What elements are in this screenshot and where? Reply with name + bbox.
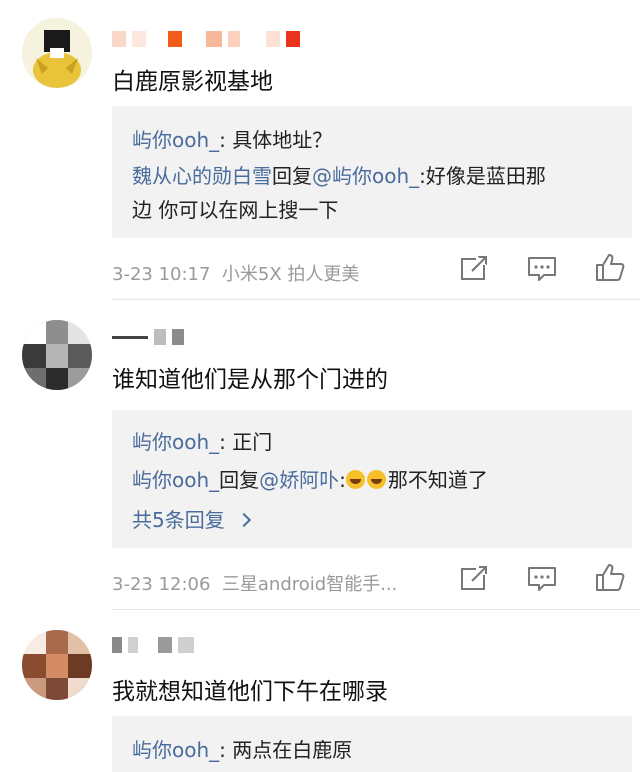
reply-line: 魏从心的勋白雪回复@屿你ooh_:好像是蓝田那 (132, 164, 546, 188)
reply-line: 屿你ooh_回复@娇阿卟: 那不知道了 (132, 468, 488, 492)
comment-time: 3-23 10:17 (112, 264, 211, 285)
comment-meta: 3-23 12:06 三星android智能手... (112, 570, 397, 596)
reply-text-continued: 边 你可以在网上搜一下 (132, 198, 339, 222)
reply-text: 正门 (232, 430, 273, 454)
chevron-right-icon (237, 512, 252, 528)
thumbs-up-icon[interactable] (594, 562, 626, 592)
share-icon[interactable] (458, 254, 490, 284)
comment-icon[interactable] (526, 564, 558, 594)
reply-box[interactable]: 屿你ooh_: 具体地址？ 魏从心的勋白雪回复@屿你ooh_:好像是蓝田那 边 … (112, 106, 632, 238)
username-redacted[interactable] (112, 30, 300, 48)
username-redacted[interactable] (112, 636, 194, 654)
laugh-cry-emoji-icon (366, 470, 386, 489)
reply-mention[interactable]: @屿你ooh_ (312, 164, 419, 188)
comment-icon[interactable] (526, 254, 558, 284)
reply-text: 那不知道了 (387, 468, 488, 492)
comment-meta: 3-23 10:17 小米5X 拍人更美 (112, 260, 359, 286)
reply-text: 具体地址？ (232, 128, 333, 152)
reply-line: 屿你ooh_: 正门 (132, 430, 273, 454)
comment-text: 谁知道他们是从那个门进的 (112, 367, 388, 393)
comment-item: 白鹿原影视基地 屿你ooh_: 具体地址？ 魏从心的勋白雪回复@屿你ooh_:好… (0, 0, 640, 300)
reply-box[interactable]: 屿你ooh_: 两点在白鹿原 (112, 716, 632, 772)
reply-box[interactable]: 屿你ooh_: 正门 屿你ooh_回复@娇阿卟: 那不知道了 共5条回复 (112, 410, 632, 548)
reply-text: 好像是蓝田那 (425, 164, 546, 188)
comment-time: 3-23 12:06 (112, 574, 211, 595)
avatar[interactable] (22, 320, 92, 390)
reply-username[interactable]: 屿你ooh_ (132, 430, 219, 454)
username-redacted[interactable] (112, 328, 184, 346)
reply-username[interactable]: 屿你ooh_ (132, 128, 219, 152)
avatar[interactable] (22, 18, 92, 88)
reply-text: 两点在白鹿原 (232, 738, 353, 762)
laugh-cry-emoji-icon (345, 470, 365, 489)
reply-line: 屿你ooh_: 具体地址？ (132, 128, 333, 152)
share-icon[interactable] (458, 564, 490, 594)
reply-username[interactable]: 屿你ooh_ (132, 468, 219, 492)
avatar[interactable] (22, 630, 92, 700)
reply-username[interactable]: 魏从心的勋白雪 (132, 164, 272, 188)
comment-item: 我就想知道他们下午在哪录 屿你ooh_: 两点在白鹿原 (0, 610, 640, 772)
reply-mention[interactable]: @娇阿卟 (259, 468, 339, 492)
reply-username[interactable]: 屿你ooh_ (132, 738, 219, 762)
comment-text: 我就想知道他们下午在哪录 (112, 679, 388, 705)
comment-text: 白鹿原影视基地 (112, 69, 273, 95)
reply-line: 屿你ooh_: 两点在白鹿原 (132, 738, 353, 762)
thumbs-up-icon[interactable] (594, 252, 626, 282)
comment-item: 谁知道他们是从那个门进的 屿你ooh_: 正门 屿你ooh_回复@娇阿卟: 那不知… (0, 300, 640, 610)
more-replies-link[interactable]: 共5条回复 (132, 504, 252, 533)
comment-source: 三星android智能手... (221, 574, 398, 595)
comment-source: 小米5X 拍人更美 (221, 264, 360, 285)
